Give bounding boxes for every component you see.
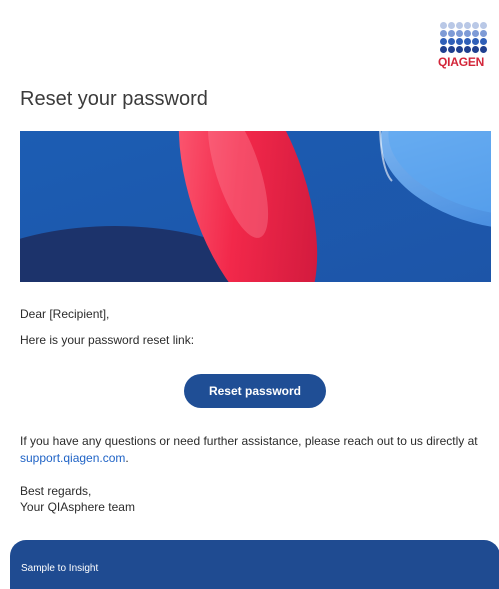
hero-banner-image xyxy=(20,131,491,282)
logo-dots-icon xyxy=(440,22,492,53)
logo-wordmark: QIAGEN xyxy=(438,55,485,69)
reset-password-button[interactable]: Reset password xyxy=(184,374,326,408)
help-text: If you have any questions or need furthe… xyxy=(20,433,496,467)
page-title: Reset your password xyxy=(20,88,208,110)
closing-line-2: Your QIAsphere team xyxy=(20,500,135,514)
support-link[interactable]: support.qiagen.com xyxy=(20,451,125,465)
closing: Best regards, Your QIAsphere team xyxy=(20,483,135,515)
footer-bar: Sample to Insight xyxy=(10,540,499,589)
intro-text: Here is your password reset link: xyxy=(20,333,195,347)
help-text-body: If you have any questions or need furthe… xyxy=(20,434,478,448)
greeting: Dear [Recipient], xyxy=(20,307,110,321)
help-text-suffix: . xyxy=(125,451,129,465)
qiagen-logo: QIAGEN xyxy=(438,22,492,69)
closing-line-1: Best regards, xyxy=(20,484,92,498)
footer-tagline: Sample to Insight xyxy=(21,563,99,574)
